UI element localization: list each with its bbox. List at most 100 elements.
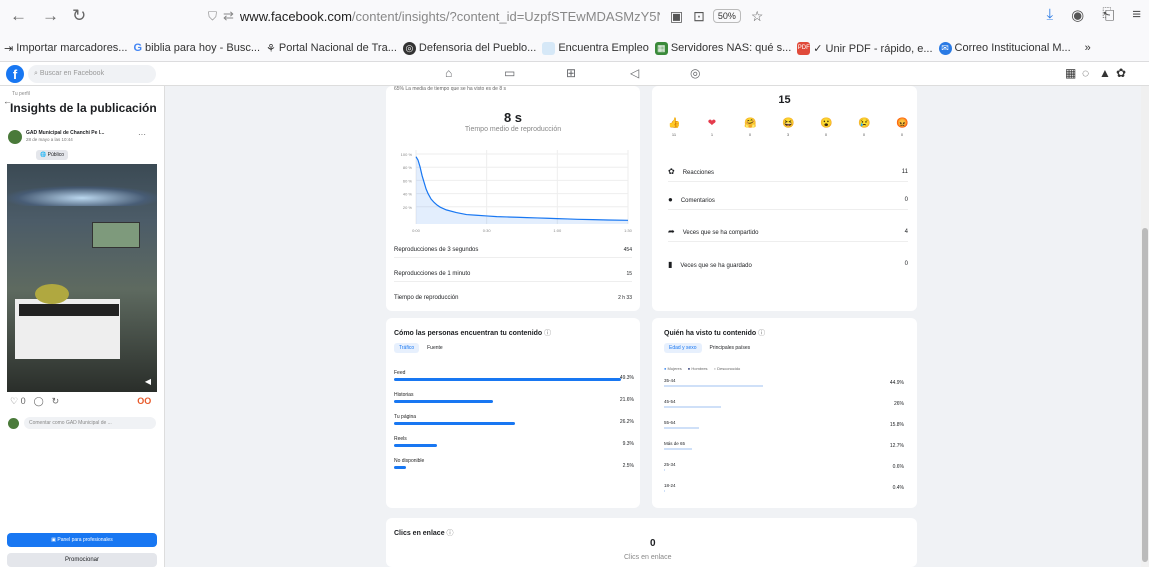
extensions-icon[interactable]: ⎗ (1102, 6, 1114, 24)
account-icon[interactable]: ◉ (1071, 6, 1084, 24)
marketplace-icon[interactable]: ⊞ (566, 66, 576, 80)
bookmark-pdf[interactable]: PDF ✓ Unir PDF - rápido, e... (797, 41, 933, 55)
y-tick-label: 20 % (403, 205, 413, 210)
comment-input[interactable]: Comentar como GAD Municipal de ... (24, 417, 156, 429)
angry-reaction: 😡 0 (896, 118, 909, 137)
scrollbar-thumb[interactable] (1142, 228, 1148, 562)
professional-dashboard-button[interactable]: ▣ Panel para profesionales (7, 533, 157, 547)
metric-row-1min: Reproducciones de 1 minuto 15 (394, 266, 632, 282)
retention-chart: 100 % 80 % 60 % 40 % 20 % 0:00 0:30 1:00 1:30 (401, 150, 633, 233)
downloads-icon[interactable]: ⤓ (1046, 6, 1053, 24)
page-scrollbar[interactable] (1141, 86, 1149, 567)
retention-line (415, 156, 629, 221)
page-name[interactable]: GAD Municipal de Chanchi Pe l... (26, 130, 104, 136)
tab-edad-sexo[interactable]: Edad y sexo (664, 343, 702, 353)
home-icon[interactable]: ⌂ (445, 66, 452, 80)
promote-button[interactable]: Promocionar (7, 553, 157, 567)
comment-icon[interactable]: ◯ (34, 396, 44, 407)
bookmark-biblia[interactable]: Gbiblia para hoy - Busc... (133, 42, 260, 54)
age-group-label: 45-54 (664, 399, 676, 404)
bookmark-empleo[interactable]: Encuentra Empleo (542, 41, 649, 55)
engagement-saves: ▮ Veces que se ha guardado 0 (668, 259, 908, 269)
age-group-row: 45-54 26% (664, 399, 904, 419)
reader-icon[interactable]: ▣ (670, 8, 683, 25)
haha-reaction: 😆 3 (782, 118, 795, 137)
profile-avatar[interactable]: ✿ (1116, 66, 1126, 80)
traffic-bar (394, 422, 515, 425)
age-group-label: 18-24 (664, 483, 676, 488)
post-video-thumbnail[interactable]: ◀ (7, 164, 157, 392)
volume-icon[interactable]: ◀ (145, 377, 151, 386)
traffic-percent: 26.2% (619, 419, 634, 425)
traffic-label: Reels (394, 436, 407, 442)
metric-row-watch-time: Tiempo de reproducción 2 h 33 (394, 295, 632, 301)
shield-icon: ⛉ (208, 8, 218, 23)
age-group-label: 25-34 (664, 462, 676, 467)
more-options-icon[interactable]: ··· (138, 130, 146, 139)
portal-icon: ⚘ (266, 42, 276, 55)
ads-icon[interactable]: ◁ (630, 66, 639, 80)
sad-reaction: 😢 0 (858, 118, 871, 137)
forward-icon[interactable]: → (42, 4, 59, 28)
comment-icon: ● (668, 195, 673, 204)
tab-fuente[interactable]: Fuente (425, 343, 445, 353)
bookmark-nas[interactable]: ▦ Servidores NAS: qué s... (654, 41, 791, 55)
reload-icon[interactable]: ↻ (72, 4, 86, 28)
age-group-percent: 0.6% (892, 464, 904, 470)
discovery-card: Cómo las personas encuentran tu contenid… (386, 318, 640, 508)
zoom-level[interactable]: 50% (712, 9, 741, 23)
bookmark-import[interactable]: ⇥ Importar marcadores... (4, 42, 127, 55)
tv-screen (92, 222, 140, 248)
audience-title: Quién ha visto tu contenido ⓘ (664, 330, 766, 337)
info-icon[interactable]: ⓘ (758, 330, 765, 337)
traffic-percent: 9.3% (622, 441, 634, 447)
screenshot-icon[interactable]: ⊡ (693, 8, 705, 25)
traffic-row: No disponible 2.5% (394, 458, 634, 482)
breadcrumb[interactable]: Tu perfil (12, 91, 30, 97)
notifications-bell-icon[interactable]: ▲ (1099, 66, 1111, 80)
apps-grid-icon[interactable]: ▦ (1065, 66, 1076, 80)
bookmarks-bar: ⇥ Importar marcadores... Gbiblia para hoy… (4, 38, 1144, 58)
y-tick-label: 100 % (401, 152, 413, 157)
traffic-percent: 2.5% (622, 463, 634, 469)
import-icon: ⇥ (4, 42, 14, 55)
bookmark-portal[interactable]: ⚘ Portal Nacional de Tra... (266, 42, 397, 55)
browser-chrome: ← → ↻ ⛉ ⇄ www.facebook.com/content/insig… (0, 0, 1149, 62)
bookmark-correo[interactable]: ✉ Correo Institucional M... (938, 41, 1071, 55)
tab-trafico[interactable]: Tráfico (394, 343, 420, 353)
age-group-percent: 12.7% (889, 443, 904, 449)
audience-legend: ● Mujeres ● Hombres ● Desconocido (664, 366, 740, 371)
gaming-icon[interactable]: ◎ (690, 66, 700, 80)
info-icon[interactable]: ⓘ (447, 530, 454, 537)
more-bookmarks-icon[interactable]: » (1085, 42, 1091, 54)
post-date: 28 de mayo a las 10:44 (26, 137, 73, 142)
info-icon[interactable]: ⓘ (544, 330, 551, 337)
bookmark-star-icon[interactable]: ☆ (751, 8, 764, 25)
video-icon[interactable]: ▭ (504, 66, 515, 80)
menu-icon[interactable]: ≡ (1132, 6, 1141, 24)
like-icon[interactable]: ♡ 0 (10, 396, 26, 407)
page-avatar[interactable] (8, 130, 22, 144)
age-group-row: Más de 65 12.7% (664, 441, 904, 461)
traffic-row: Feed 49.3% (394, 370, 634, 394)
share-icon[interactable]: ↻ (52, 396, 60, 407)
age-group-label: 35-44 (664, 378, 676, 383)
url-bar[interactable]: ⛉ ⇄ www.facebook.com/content/insights/?c… (208, 5, 943, 27)
save-icon: ▮ (668, 259, 673, 269)
insights-sidebar: ← Tu perfil Insights de la publicación G… (0, 86, 165, 567)
traffic-bar (394, 466, 406, 469)
facebook-logo-icon[interactable]: f (6, 65, 24, 83)
tab-paises[interactable]: Principales países (708, 343, 753, 353)
traffic-bar (394, 400, 494, 403)
bookmark-defensoria[interactable]: ◎ Defensoria del Pueblo... (402, 41, 536, 55)
messenger-icon[interactable]: ◌ (1082, 66, 1089, 80)
facebook-topbar: f ⌕ Buscar en Facebook ⌂ ▭ ⊞ ◁ ◎ ▦ ◌ ▲ ✿ (0, 62, 1149, 86)
age-group-bar (664, 385, 763, 387)
legend-unknown: ● Desconocido (713, 366, 741, 371)
traffic-row: Tu página 26.2% (394, 414, 634, 438)
url-host: www.facebook.com (239, 8, 352, 24)
back-icon[interactable]: ← (10, 4, 27, 28)
video-performance-card: 65% La media de tiempo que se ha visto e… (386, 86, 640, 311)
reaction-summary[interactable]: OO (137, 396, 151, 407)
facebook-search-input[interactable]: ⌕ Buscar en Facebook (28, 65, 156, 83)
